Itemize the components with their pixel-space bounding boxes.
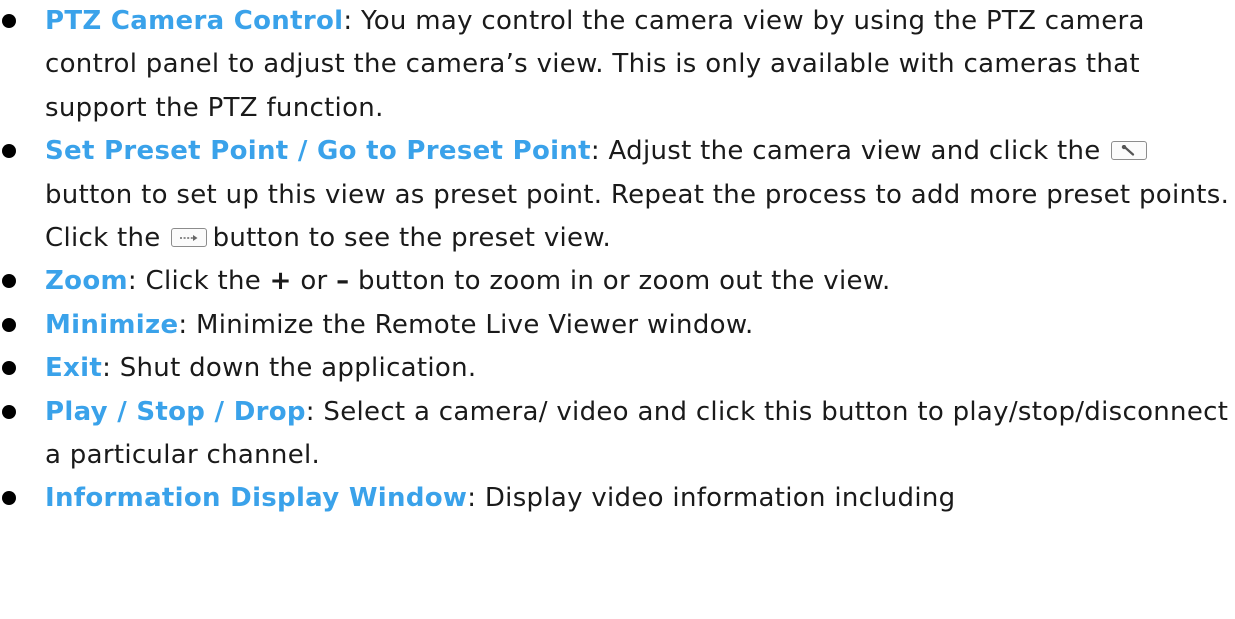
term-separator: : <box>590 136 609 167</box>
plus-symbol: + <box>269 266 292 297</box>
term-information-display-window: Information Display Window <box>45 483 468 514</box>
list-item-ptz-camera-control: PTZ Camera Control: You may control the … <box>0 0 1235 130</box>
term-separator: : <box>305 396 324 427</box>
list-item-zoom: Zoom: Click the + or – button to zoom in… <box>0 260 1235 303</box>
minus-symbol: – <box>336 266 350 297</box>
item-description-part-c: button to zoom in or zoom out the view. <box>349 266 891 297</box>
term-separator: : <box>102 353 120 384</box>
list-item-minimize: Minimize: Minimize the Remote Live Viewe… <box>0 304 1235 347</box>
arrow-right-icon <box>170 228 207 248</box>
list-item-exit: Exit: Shut down the application. <box>0 347 1235 390</box>
item-description: Display video information including <box>484 483 956 514</box>
list-item-play-stop-drop: Play / Stop / Drop: Select a camera/ vid… <box>0 391 1235 478</box>
document-page: PTZ Camera Control: You may control the … <box>0 0 1235 619</box>
term-ptz-camera-control: PTZ Camera Control <box>45 6 344 36</box>
term-separator: : <box>178 309 197 340</box>
term-exit: Exit <box>45 353 103 384</box>
wrench-icon <box>1110 141 1147 161</box>
item-description-part-b: or <box>291 266 337 297</box>
item-description: Minimize the Remote Live Viewer window. <box>196 309 754 340</box>
list-item-information-display-window: Information Display Window: Display vide… <box>0 477 1235 520</box>
item-description: Shut down the application. <box>119 353 477 384</box>
item-description-part-c: button to see the preset view. <box>212 223 612 254</box>
term-play-stop-drop: Play / Stop / Drop <box>45 396 306 427</box>
term-separator: : <box>467 483 485 514</box>
item-description-part-a: Adjust the camera view and click the <box>608 136 1101 167</box>
item-description-part-a: Click the <box>145 266 270 297</box>
term-separator: : <box>343 6 361 36</box>
term-set-preset-point: Set Preset Point / Go to Preset Point <box>45 136 591 167</box>
bullet-list: PTZ Camera Control: You may control the … <box>0 0 1235 521</box>
list-item-set-preset-point: Set Preset Point / Go to Preset Point: A… <box>0 130 1235 260</box>
term-minimize: Minimize <box>45 309 179 340</box>
term-separator: : <box>127 266 146 297</box>
term-zoom: Zoom <box>45 266 128 297</box>
